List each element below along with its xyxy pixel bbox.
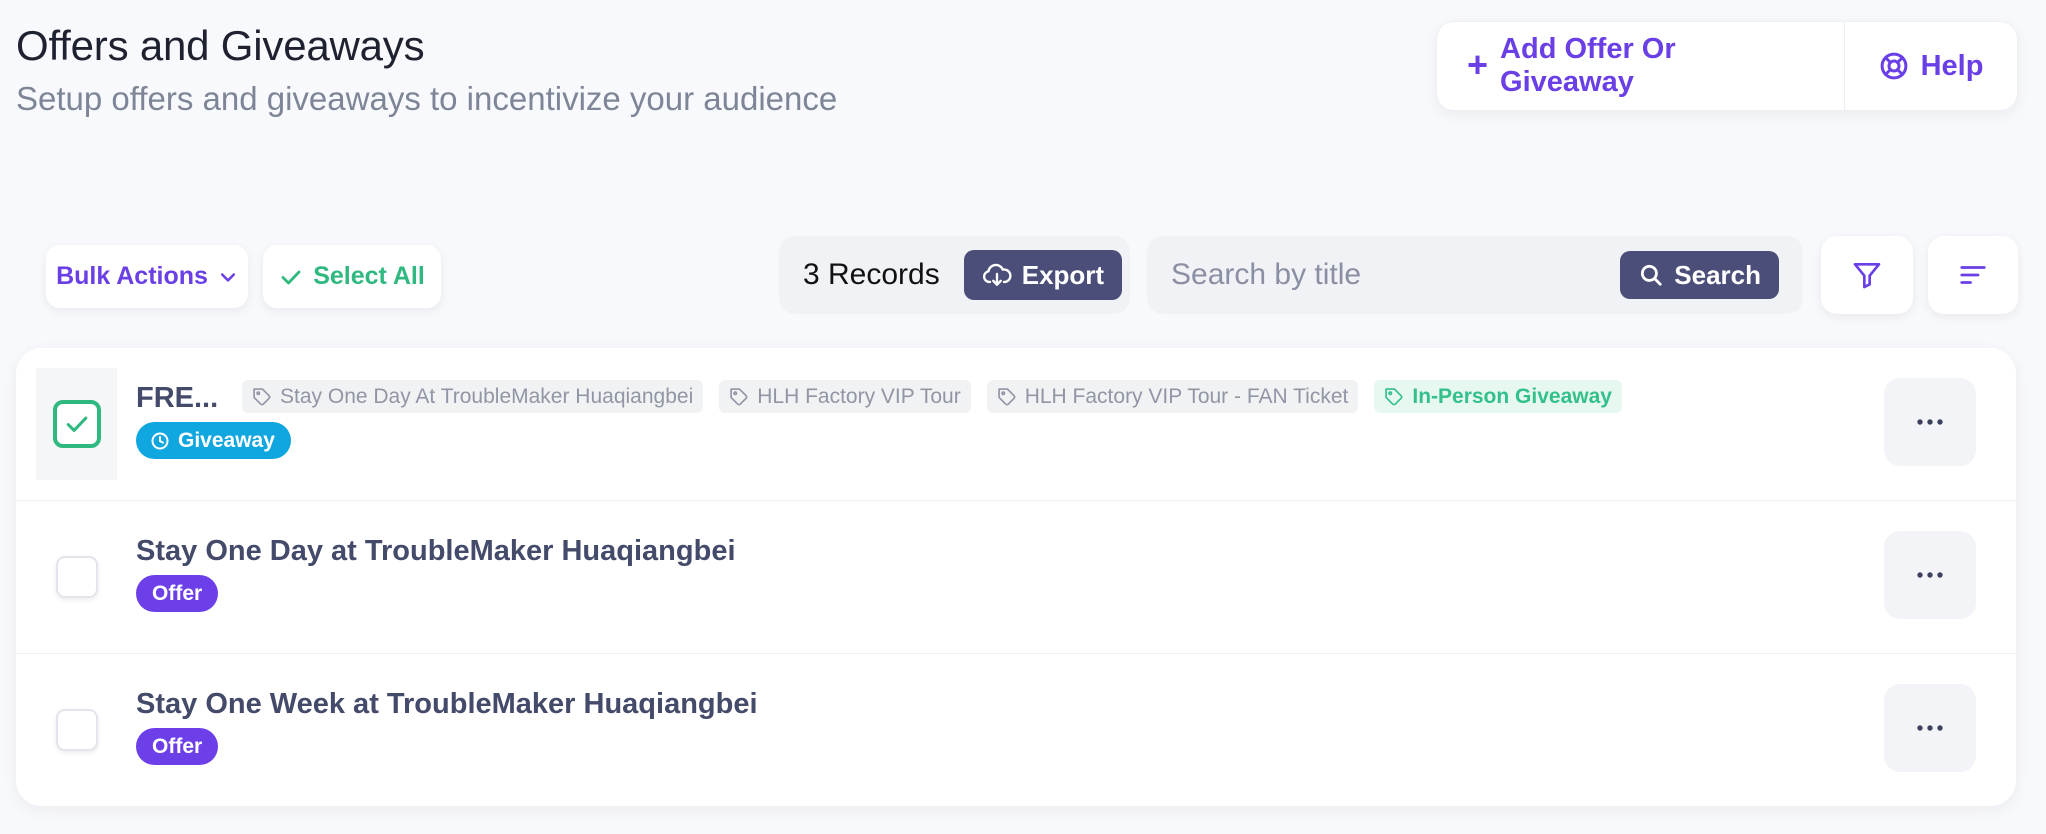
tag: HLH Factory VIP Tour - FAN Ticket [986, 380, 1359, 413]
add-offer-button[interactable]: + Add Offer Or Giveaway [1437, 22, 1845, 110]
row-title[interactable]: Stay One Week at TroubleMaker Huaqiangbe… [136, 688, 758, 721]
row-checkbox[interactable] [55, 556, 98, 598]
list-item[interactable]: FRE... Stay One Day At TroubleMaker Huaq… [16, 348, 2016, 501]
more-horizontal-icon [1916, 418, 1944, 426]
check-icon [63, 410, 91, 438]
row-checkbox[interactable] [52, 400, 101, 448]
badge-label: Giveaway [178, 428, 275, 452]
row-check-cell [36, 521, 117, 633]
select-all-button[interactable]: Select All [263, 245, 441, 308]
page-subtitle: Setup offers and giveaways to incentiviz… [16, 80, 838, 117]
tag: In-Person Giveaway [1374, 380, 1622, 413]
tag-icon [729, 387, 749, 407]
search-bar: Search [1147, 236, 1803, 314]
tag-label: HLH Factory VIP Tour - FAN Ticket [1024, 384, 1349, 408]
filter-button[interactable] [1821, 236, 1913, 314]
records-count: 3 Records [803, 258, 940, 291]
tag-label: Stay One Day At TroubleMaker Huaqiangbei [280, 384, 694, 408]
row-more-button[interactable] [1884, 531, 1976, 619]
header-actions: + Add Offer Or Giveaway Help [1436, 21, 2018, 111]
offers-list: FRE... Stay One Day At TroubleMaker Huaq… [16, 348, 2016, 806]
tag-icon [1384, 387, 1404, 407]
chevron-down-icon [218, 267, 238, 287]
more-horizontal-icon [1916, 724, 1944, 732]
row-check-cell [36, 368, 117, 480]
export-button[interactable]: Export [963, 250, 1123, 300]
search-icon [1638, 262, 1664, 288]
lifebuoy-icon [1879, 51, 1909, 81]
tag: Stay One Day At TroubleMaker Huaqiangbei [242, 380, 704, 413]
add-offer-label: Add Offer Or Giveaway [1500, 33, 1676, 98]
search-button[interactable]: Search [1620, 251, 1779, 299]
cloud-download-icon [982, 262, 1012, 288]
plus-icon: + [1467, 43, 1489, 85]
row-title[interactable]: FRE... [136, 382, 218, 415]
help-label: Help [1920, 49, 1984, 82]
filter-icon [1851, 259, 1883, 291]
help-button[interactable]: Help [1845, 22, 2017, 110]
search-button-label: Search [1674, 259, 1761, 290]
sort-icon [1958, 260, 1988, 290]
row-more-button[interactable] [1884, 378, 1976, 466]
sort-button[interactable] [1928, 236, 2018, 314]
offer-badge: Offer [136, 728, 219, 765]
tag-icon [252, 387, 272, 407]
export-label: Export [1021, 259, 1105, 290]
row-checkbox[interactable] [55, 709, 98, 751]
tag-label: HLH Factory VIP Tour [757, 384, 961, 408]
tag-list: Stay One Day At TroubleMaker Huaqiangbei… [242, 380, 1622, 413]
bulk-actions-label: Bulk Actions [56, 262, 208, 290]
bulk-actions-button[interactable]: Bulk Actions [46, 245, 248, 308]
list-item[interactable]: Stay One Week at TroubleMaker Huaqiangbe… [16, 653, 2016, 806]
records-summary: 3 Records Export [779, 236, 1130, 314]
more-horizontal-icon [1916, 571, 1944, 579]
row-title[interactable]: Stay One Day at TroubleMaker Huaqiangbei [136, 535, 736, 568]
select-all-label: Select All [313, 262, 425, 290]
search-input[interactable] [1171, 258, 1621, 292]
giveaway-badge: Giveaway [136, 422, 291, 459]
page-title: Offers and Giveaways [16, 22, 425, 69]
tag-icon [997, 387, 1017, 407]
row-more-button[interactable] [1884, 684, 1976, 772]
offer-badge: Offer [136, 575, 219, 612]
tag-label: In-Person Giveaway [1412, 384, 1612, 408]
list-item[interactable]: Stay One Day at TroubleMaker Huaqiangbei… [16, 500, 2016, 653]
tag: HLH Factory VIP Tour [719, 380, 971, 413]
badge-label: Offer [152, 734, 203, 758]
badge-label: Offer [152, 581, 203, 605]
clock-icon [150, 431, 170, 451]
row-check-cell [36, 674, 117, 786]
check-icon [279, 265, 303, 289]
